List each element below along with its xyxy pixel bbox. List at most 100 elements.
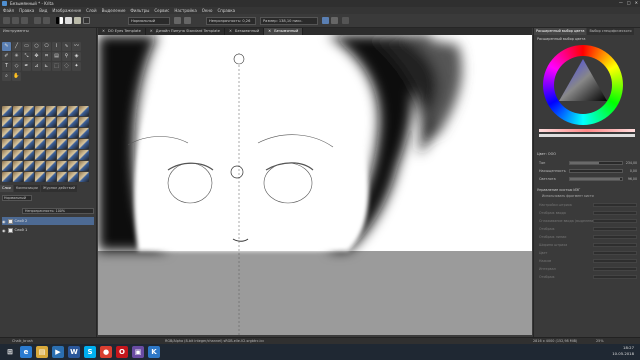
doc-tab[interactable]: ✕ Дизайн Пинупа Standard Template [146, 28, 225, 35]
gradient-icon[interactable] [65, 17, 72, 24]
option-row[interactable]: Сглаживание ввода (выделения) [539, 218, 637, 224]
doc-tab-active[interactable]: ✕ Безымянный [264, 28, 304, 35]
brush-preset-50[interactable] [13, 172, 23, 182]
saturation-slider-row[interactable]: Насыщенность 0,00 [539, 168, 637, 174]
brush-preset-4[interactable] [35, 106, 45, 116]
ellipse-tool-icon[interactable]: ○ [32, 42, 41, 51]
maximize-button[interactable]: □ [627, 0, 631, 5]
menu-layer[interactable]: Слой [86, 8, 96, 13]
tab-undo-history[interactable]: Журнал действий [40, 185, 78, 192]
zoom-level[interactable]: 25% [596, 339, 604, 343]
layer-row[interactable]: ◉ Слой 1 [2, 226, 94, 234]
transform-tool-icon[interactable]: ⤡ [22, 52, 31, 61]
windows-start-icon[interactable]: ⊞ [4, 346, 16, 358]
option-row[interactable]: Отображ ввода [539, 210, 637, 216]
krita-icon[interactable]: K [148, 346, 160, 358]
pan-tool-icon[interactable]: ✋ [12, 72, 21, 81]
close-icon[interactable]: ✕ [102, 29, 105, 34]
save-document-icon[interactable] [21, 17, 28, 24]
brush-preset-22[interactable] [57, 128, 67, 138]
visibility-eye-icon[interactable]: ◉ [2, 228, 6, 233]
menu-edit[interactable]: Правка [19, 8, 34, 13]
brush-preset-47[interactable] [68, 161, 78, 171]
doc-tab[interactable]: ✕ DO Eyes Template [98, 28, 146, 35]
color-picker-tool-icon[interactable]: ⚲ [62, 52, 71, 61]
menu-file[interactable]: Файл [3, 8, 14, 13]
lightness-slider-row[interactable]: Светлота 96,00 [539, 176, 637, 182]
polygon-tool-icon[interactable]: ⬠ [42, 42, 51, 51]
brush-preset-28[interactable] [35, 139, 45, 149]
opera-icon[interactable]: O [116, 346, 128, 358]
close-icon[interactable]: ✕ [229, 29, 232, 34]
color-history-strip[interactable] [539, 129, 635, 132]
brush-preset-7[interactable] [68, 106, 78, 116]
bezier-tool-icon[interactable]: ∿ [62, 42, 71, 51]
brush-preset-10[interactable] [13, 117, 23, 127]
brush-preset-48[interactable] [79, 161, 89, 171]
menu-help[interactable]: Справка [217, 8, 235, 13]
brush-preset-33[interactable] [2, 150, 12, 160]
brush-preset-19[interactable] [24, 128, 34, 138]
close-button[interactable]: ✕ [635, 0, 638, 5]
skype-icon[interactable]: S [84, 346, 96, 358]
gradient-tool-icon[interactable]: ▤ [52, 52, 61, 61]
close-icon[interactable]: ✕ [268, 29, 271, 34]
reload-preset-icon[interactable] [174, 17, 181, 24]
doc-tab[interactable]: ✕ Безымянный [225, 28, 265, 35]
menu-view[interactable]: Вид [39, 8, 47, 13]
brush-preset-11[interactable] [24, 117, 34, 127]
tab-compositions[interactable]: Композиции [13, 185, 40, 192]
tab-layers[interactable]: Слои [0, 185, 13, 192]
minimize-button[interactable]: — [619, 0, 623, 5]
brush-preset-54[interactable] [57, 172, 67, 182]
assistant-tool-icon[interactable]: ⊿ [32, 62, 41, 71]
line-tool-icon[interactable]: ╱ [12, 42, 21, 51]
brush-preset-23[interactable] [68, 128, 78, 138]
close-icon[interactable]: ✕ [150, 29, 153, 34]
canvas-drawing[interactable] [98, 35, 532, 335]
text-tool-icon[interactable]: T [2, 62, 11, 71]
brush-preset-14[interactable] [57, 117, 67, 127]
brush-preset-35[interactable] [24, 150, 34, 160]
measure-tool-icon[interactable]: ⊾ [42, 62, 51, 71]
color-triangle[interactable] [543, 45, 623, 125]
brush-preset-3[interactable] [24, 106, 34, 116]
brush-preset-51[interactable] [24, 172, 34, 182]
size-slider[interactable]: Размер: 138,10 пикс. [260, 17, 318, 25]
brush-preset-18[interactable] [13, 128, 23, 138]
calligraphy-tool-icon[interactable]: ✒ [22, 62, 31, 71]
option-row[interactable]: Настройки штриха [539, 202, 637, 208]
open-document-icon[interactable] [12, 17, 19, 24]
color-swatch-icon[interactable] [56, 17, 63, 24]
brush-preset-6[interactable] [57, 106, 67, 116]
brush-preset-1[interactable] [2, 106, 12, 116]
brush-preset-13[interactable] [46, 117, 56, 127]
brush-preset-17[interactable] [2, 128, 12, 138]
media-icon[interactable]: ▶ [52, 346, 64, 358]
brush-preset-12[interactable] [35, 117, 45, 127]
brush-preset-56[interactable] [79, 172, 89, 182]
brush-preset-49[interactable] [2, 172, 12, 182]
mirror-axis-handle[interactable] [233, 53, 245, 65]
photo-icon[interactable]: ▣ [132, 346, 144, 358]
brush-preset-26[interactable] [13, 139, 23, 149]
multibrush-tool-icon[interactable]: ✳ [12, 52, 21, 61]
tab-advanced-color-selector[interactable]: Расширенный выбор цвета [534, 28, 587, 35]
menu-image[interactable]: Изображение [52, 8, 81, 13]
brush-preset-5[interactable] [46, 106, 56, 116]
brush-preset-40[interactable] [79, 150, 89, 160]
contiguous-select-tool-icon[interactable]: ✦ [72, 62, 81, 71]
color-wheel[interactable] [543, 45, 623, 125]
ie-icon[interactable]: e [20, 346, 32, 358]
brush-preset-24[interactable] [79, 128, 89, 138]
option-row[interactable]: Отображ [539, 274, 637, 280]
undo-icon[interactable] [34, 17, 41, 24]
tab-specific-color-selector[interactable]: Выбор специфического [587, 28, 634, 35]
option-row[interactable]: Интервал [539, 266, 637, 272]
fill-tool-icon[interactable]: ◈ [72, 52, 81, 61]
brush-preset-53[interactable] [46, 172, 56, 182]
brush-preset-25[interactable] [2, 139, 12, 149]
word-icon[interactable]: W [68, 346, 80, 358]
option-row[interactable]: Отображ [539, 226, 637, 232]
mirror-horizontal-icon[interactable] [322, 17, 329, 24]
